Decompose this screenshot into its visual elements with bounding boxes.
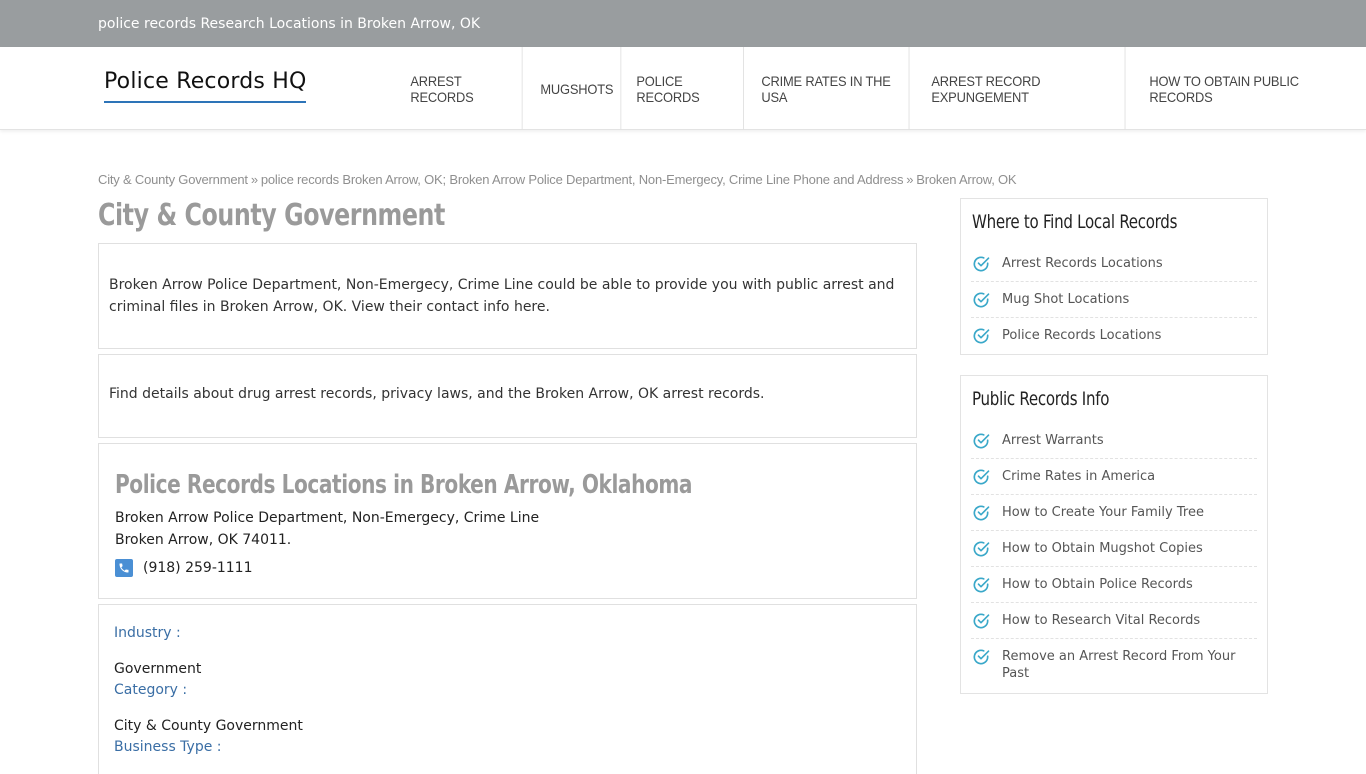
breadcrumb-item-city[interactable]: Broken Arrow, OK bbox=[916, 172, 1016, 187]
list-item[interactable]: How to Obtain Police Records bbox=[971, 567, 1257, 603]
check-circle-icon bbox=[973, 505, 990, 521]
breadcrumb-item-category[interactable]: City & County Government bbox=[98, 172, 248, 187]
logo-text: Police Records HQ bbox=[104, 69, 307, 94]
nav-how-to-obtain-public-records[interactable]: HOW TO OBTAIN PUBLIC RECORDS bbox=[1142, 47, 1348, 130]
location-address: Broken Arrow, OK 74011. bbox=[115, 532, 292, 548]
widget-title: Where to Find Local Records bbox=[972, 211, 1178, 233]
category-label: Category : bbox=[114, 682, 188, 698]
nav-arrest-records[interactable]: ARREST RECORDS bbox=[403, 47, 523, 130]
check-circle-icon bbox=[973, 649, 990, 665]
breadcrumb-separator: » bbox=[250, 172, 258, 187]
location-title: Police Records Locations in Broken Arrow… bbox=[115, 470, 693, 500]
list-item-label: Remove an Arrest Record From Your Past bbox=[1002, 649, 1236, 681]
logo-underline bbox=[104, 101, 306, 103]
list-item[interactable]: How to Research Vital Records bbox=[971, 603, 1257, 639]
top-bar: police records Research Locations in Bro… bbox=[0, 0, 1366, 47]
top-bar-text: police records Research Locations in Bro… bbox=[98, 15, 481, 32]
business-info-box: Industry : Government Category : City & … bbox=[98, 604, 917, 774]
check-circle-icon bbox=[973, 328, 990, 344]
list-item-label: Arrest Warrants bbox=[1002, 433, 1104, 448]
public-records-info-list: Arrest Warrants Crime Rates in America H… bbox=[971, 423, 1257, 690]
nav-crime-rates[interactable]: CRIME RATES IN THE USA bbox=[754, 47, 911, 130]
list-item[interactable]: Arrest Warrants bbox=[971, 423, 1257, 459]
industry-value: Government bbox=[114, 661, 202, 677]
business-type-label: Business Type : bbox=[114, 739, 222, 755]
location-box: Police Records Locations in Broken Arrow… bbox=[98, 443, 917, 599]
phone-icon bbox=[115, 559, 133, 577]
public-records-info-widget: Public Records Info Arrest Warrants Crim… bbox=[960, 375, 1268, 694]
location-name: Broken Arrow Police Department, Non-Emer… bbox=[115, 510, 540, 526]
site-header: Police Records HQ ARREST RECORDS MUGSHOT… bbox=[0, 47, 1366, 130]
site-logo[interactable]: Police Records HQ bbox=[98, 65, 313, 109]
list-item-label: How to Obtain Mugshot Copies bbox=[1002, 541, 1203, 556]
check-circle-icon bbox=[973, 613, 990, 629]
phone-number[interactable]: (918) 259-1111 bbox=[143, 560, 253, 576]
list-item[interactable]: Police Records Locations bbox=[971, 318, 1257, 354]
page-title: City & County Government bbox=[98, 198, 445, 233]
industry-label: Industry : bbox=[114, 625, 181, 641]
list-item[interactable]: How to Obtain Mugshot Copies bbox=[971, 531, 1257, 567]
list-item[interactable]: Arrest Records Locations bbox=[971, 246, 1257, 282]
list-item[interactable]: Mug Shot Locations bbox=[971, 282, 1257, 318]
nav-arrest-record-expungement[interactable]: ARREST RECORD EXPUNGEMENT bbox=[924, 47, 1125, 130]
list-item-label: Crime Rates in America bbox=[1002, 469, 1156, 484]
category-value: City & County Government bbox=[114, 718, 303, 734]
details-paragraph: Find details about drug arrest records, … bbox=[109, 386, 765, 402]
list-item-label: Arrest Records Locations bbox=[1002, 256, 1163, 271]
list-item[interactable]: Remove an Arrest Record From Your Past bbox=[971, 639, 1257, 690]
nav-mugshots[interactable]: MUGSHOTS bbox=[533, 47, 622, 130]
local-records-widget: Where to Find Local Records Arrest Recor… bbox=[960, 198, 1268, 355]
list-item-label: How to Obtain Police Records bbox=[1002, 577, 1193, 592]
list-item-label: Police Records Locations bbox=[1002, 328, 1162, 343]
check-circle-icon bbox=[973, 292, 990, 308]
check-circle-icon bbox=[973, 433, 990, 449]
intro-box: Broken Arrow Police Department, Non-Emer… bbox=[98, 243, 917, 349]
breadcrumb-item-listing[interactable]: police records Broken Arrow, OK; Broken … bbox=[261, 172, 904, 187]
list-item-label: Mug Shot Locations bbox=[1002, 292, 1130, 307]
check-circle-icon bbox=[973, 256, 990, 272]
check-circle-icon bbox=[973, 541, 990, 557]
main-nav: ARREST RECORDS MUGSHOTS POLICE RECORDS C… bbox=[403, 47, 1366, 130]
list-item[interactable]: Crime Rates in America bbox=[971, 459, 1257, 495]
check-circle-icon bbox=[973, 577, 990, 593]
widget-title: Public Records Info bbox=[972, 388, 1110, 410]
nav-police-records[interactable]: POLICE RECORDS bbox=[629, 47, 745, 130]
list-item[interactable]: How to Create Your Family Tree bbox=[971, 495, 1257, 531]
details-box: Find details about drug arrest records, … bbox=[98, 354, 917, 438]
local-records-list: Arrest Records Locations Mug Shot Locati… bbox=[971, 246, 1257, 354]
intro-paragraph: Broken Arrow Police Department, Non-Emer… bbox=[109, 277, 895, 315]
breadcrumb-separator: » bbox=[906, 172, 914, 187]
list-item-label: How to Create Your Family Tree bbox=[1002, 505, 1204, 520]
check-circle-icon bbox=[973, 469, 990, 485]
breadcrumb: City & County Government» police records … bbox=[98, 172, 1017, 187]
list-item-label: How to Research Vital Records bbox=[1002, 613, 1201, 628]
